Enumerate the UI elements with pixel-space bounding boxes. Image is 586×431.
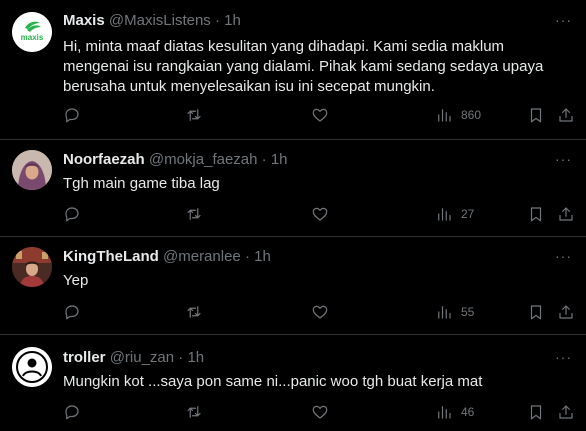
share-icon: [559, 405, 573, 419]
tweet-actions: 55: [63, 302, 573, 322]
like-button[interactable]: [311, 302, 329, 322]
tweet-header: troller @riu_zan · 1h: [63, 349, 204, 366]
views-button[interactable]: 860: [435, 105, 481, 125]
views-button[interactable]: 55: [435, 302, 474, 322]
views-chart-icon: [438, 109, 451, 122]
separator-dot: ·: [178, 349, 184, 366]
heart-icon: [312, 108, 328, 122]
heart-icon: [312, 405, 328, 419]
share-icon: [559, 207, 573, 221]
tweet-troller[interactable]: troller @riu_zan · 1h ··· Mungkin kot ..…: [0, 335, 586, 431]
views-count: 860: [461, 108, 482, 122]
tweet-header: KingTheLand @meranlee · 1h: [63, 248, 271, 265]
more-options-button[interactable]: ···: [555, 248, 572, 264]
avatar[interactable]: [12, 347, 52, 387]
heart-icon: [312, 207, 328, 221]
reply-icon: [65, 305, 79, 320]
user-handle[interactable]: @mokja_faezah: [149, 151, 258, 168]
views-button[interactable]: 27: [435, 204, 474, 224]
tweet-text: Tgh main game tiba lag: [63, 175, 220, 192]
tweet-noorfaezah[interactable]: Noorfaezah @mokja_faezah · 1h ··· Tgh ma…: [0, 140, 586, 237]
reply-button[interactable]: [63, 204, 81, 224]
retweet-icon: [187, 306, 201, 318]
tweet-header: Maxis @MaxisListens · 1h: [63, 12, 241, 29]
separator-dot: ·: [214, 12, 220, 29]
tweet-text: Hi, minta maaf diatas kesulitan yang dih…: [63, 38, 544, 95]
views-chart-icon: [438, 208, 451, 221]
views-chart-icon: [438, 306, 451, 319]
reply-icon: [65, 207, 79, 222]
views-count: 27: [461, 207, 475, 221]
views-button[interactable]: 46: [435, 402, 474, 422]
profile-photo-icon: [12, 150, 52, 190]
tweet-actions: 27: [63, 204, 573, 224]
heart-icon: [312, 305, 328, 319]
user-handle[interactable]: @meranlee: [163, 248, 241, 265]
reply-icon: [65, 405, 79, 420]
timestamp[interactable]: 1h: [254, 248, 271, 265]
retweet-button[interactable]: [185, 204, 203, 224]
user-handle[interactable]: @MaxisListens: [109, 12, 211, 29]
views-count: 46: [461, 405, 475, 419]
like-button[interactable]: [311, 402, 329, 422]
avatar-logo-text: maxis: [21, 33, 44, 42]
default-avatar-icon: [12, 347, 52, 387]
timestamp[interactable]: 1h: [224, 12, 241, 29]
user-handle[interactable]: @riu_zan: [110, 349, 174, 366]
maxis-logo-icon: maxis: [12, 12, 52, 52]
retweet-button[interactable]: [185, 402, 203, 422]
display-name[interactable]: Noorfaezah: [63, 151, 145, 168]
timestamp[interactable]: 1h: [187, 349, 204, 366]
bookmark-icon: [530, 108, 542, 123]
retweet-icon: [187, 109, 201, 121]
like-button[interactable]: [311, 105, 329, 125]
tweet-actions: 46: [63, 402, 573, 422]
share-button[interactable]: [557, 302, 575, 322]
retweet-icon: [187, 208, 201, 220]
retweet-button[interactable]: [185, 105, 203, 125]
views-count: 55: [461, 305, 475, 319]
display-name[interactable]: KingTheLand: [63, 248, 159, 265]
avatar[interactable]: [12, 247, 52, 287]
timestamp[interactable]: 1h: [271, 151, 288, 168]
share-icon: [559, 305, 573, 319]
avatar[interactable]: [12, 150, 52, 190]
share-icon: [559, 108, 573, 122]
bookmark-button[interactable]: [527, 105, 545, 125]
retweet-button[interactable]: [185, 302, 203, 322]
share-button[interactable]: [557, 105, 575, 125]
bookmark-icon: [530, 405, 542, 420]
more-options-button[interactable]: ···: [555, 151, 572, 167]
share-button[interactable]: [557, 402, 575, 422]
bookmark-icon: [530, 305, 542, 320]
profile-photo-icon: [12, 247, 52, 287]
reply-button[interactable]: [63, 302, 81, 322]
views-chart-icon: [438, 406, 451, 419]
tweet-text: Mungkin kot ...saya pon same ni...panic …: [63, 373, 483, 390]
separator-dot: ·: [244, 248, 250, 265]
more-options-button[interactable]: ···: [555, 12, 572, 28]
reply-button[interactable]: [63, 105, 81, 125]
tweet-text: Yep: [63, 272, 89, 289]
tweet-kingtheland[interactable]: KingTheLand @meranlee · 1h ··· Yep 55: [0, 237, 586, 335]
tweet-header: Noorfaezah @mokja_faezah · 1h: [63, 151, 288, 168]
display-name[interactable]: Maxis: [63, 12, 105, 29]
reply-button[interactable]: [63, 402, 81, 422]
tweet-maxis[interactable]: maxis Maxis @MaxisListens · 1h ··· Hi, m…: [0, 0, 586, 140]
like-button[interactable]: [311, 204, 329, 224]
bookmark-icon: [530, 207, 542, 222]
bookmark-button[interactable]: [527, 302, 545, 322]
reply-icon: [65, 108, 79, 123]
bookmark-button[interactable]: [527, 204, 545, 224]
retweet-icon: [187, 406, 201, 418]
display-name[interactable]: troller: [63, 349, 106, 366]
bookmark-button[interactable]: [527, 402, 545, 422]
separator-dot: ·: [261, 151, 267, 168]
more-options-button[interactable]: ···: [555, 349, 572, 365]
avatar[interactable]: maxis: [12, 12, 52, 52]
tweet-actions: 860: [63, 105, 573, 125]
share-button[interactable]: [557, 204, 575, 224]
